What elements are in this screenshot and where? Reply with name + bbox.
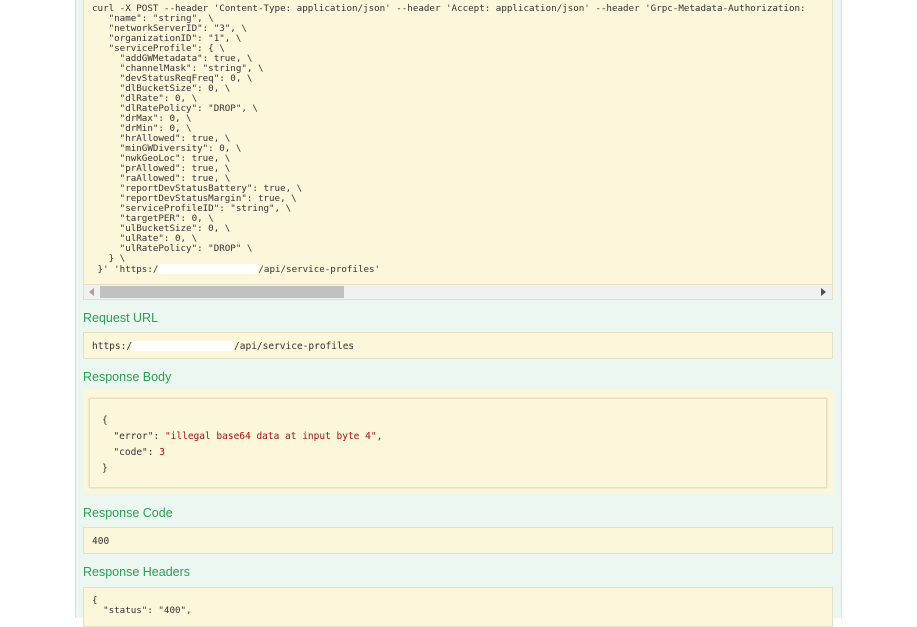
- json-error-key: "error":: [113, 431, 165, 442]
- request-url-prefix: https:/: [92, 341, 133, 352]
- response-body-container: { "error": "illegal base64 data at input…: [83, 390, 833, 494]
- scroll-left-arrow-icon[interactable]: [89, 288, 94, 296]
- json-close-brace: }: [102, 463, 108, 474]
- response-code-box: 400: [83, 527, 833, 554]
- scrollbar-thumb[interactable]: [100, 286, 344, 298]
- horizontal-scrollbar[interactable]: [84, 284, 832, 299]
- response-headers-box: { "status": "400",: [83, 587, 833, 627]
- curl-command-text: curl -X POST --header 'Content-Type: app…: [84, 0, 832, 275]
- json-code-value: 3: [159, 447, 165, 458]
- response-headers-title: Response Headers: [83, 565, 191, 579]
- redacted-host: [158, 264, 259, 274]
- response-headers-text: { "status": "400",: [84, 588, 832, 616]
- request-url-suffix: /api/service-profiles: [234, 341, 355, 352]
- redacted-host: [132, 341, 235, 351]
- header-line: "status": "400",: [103, 605, 192, 616]
- curl-line: } \: [108, 253, 126, 264]
- curl-command-box[interactable]: curl -X POST --header 'Content-Type: app…: [83, 0, 833, 300]
- scroll-right-arrow-icon[interactable]: [821, 288, 826, 296]
- response-code-value: 400: [92, 536, 110, 547]
- request-url-title: Request URL: [83, 311, 159, 325]
- response-code-title: Response Code: [83, 506, 173, 520]
- json-error-value: "illegal base64 data at input byte 4": [164, 431, 377, 442]
- response-body-box: { "error": "illegal base64 data at input…: [89, 398, 827, 488]
- curl-url-prefix: }' 'https:/: [92, 264, 159, 275]
- json-open-brace: {: [102, 415, 108, 426]
- request-url-box: https:/ /api/service-profiles: [83, 332, 833, 359]
- response-body-title: Response Body: [83, 370, 172, 384]
- json-code-key: "code":: [113, 447, 160, 458]
- response-body-json: { "error": "illegal base64 data at input…: [102, 415, 383, 474]
- curl-url-suffix: /api/service-profiles': [258, 264, 381, 275]
